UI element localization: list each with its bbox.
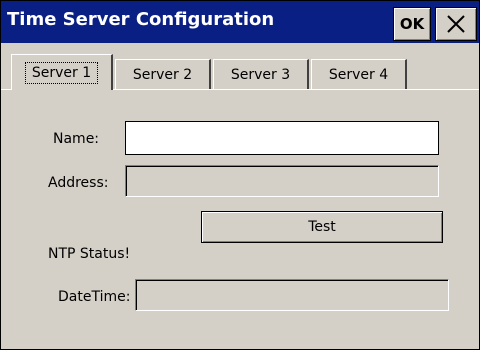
tab-server-2-label: Server 2: [132, 66, 193, 83]
close-icon: [447, 15, 465, 33]
window-title: Time Server Configuration: [7, 9, 275, 30]
tab-server-4-label: Server 4: [328, 66, 389, 83]
ntp-status-text: NTP Status!: [48, 246, 131, 262]
name-label: Name:: [53, 131, 100, 147]
datetime-field: [135, 279, 449, 311]
tab-server-3-label: Server 3: [230, 66, 291, 83]
tab-server-3[interactable]: Server 3: [213, 59, 309, 89]
name-field[interactable]: [125, 121, 439, 155]
name-input[interactable]: [126, 122, 438, 154]
close-button[interactable]: [435, 7, 477, 41]
tab-server-1[interactable]: Server 1: [11, 54, 113, 90]
time-server-config-window: Time Server Configuration OK Server 1 Se…: [0, 0, 480, 350]
address-field: [125, 165, 439, 197]
tab-server-1-label: Server 1: [24, 61, 99, 84]
title-bar: Time Server Configuration OK: [1, 1, 479, 43]
test-button[interactable]: Test: [201, 211, 443, 243]
address-label: Address:: [48, 175, 109, 191]
tab-strip: Server 1 Server 2 Server 3 Server 4: [1, 54, 479, 90]
tab-server-2[interactable]: Server 2: [115, 59, 211, 89]
ok-button[interactable]: OK: [393, 7, 431, 41]
tab-server-4[interactable]: Server 4: [311, 59, 407, 89]
datetime-label: DateTime:: [58, 289, 131, 305]
